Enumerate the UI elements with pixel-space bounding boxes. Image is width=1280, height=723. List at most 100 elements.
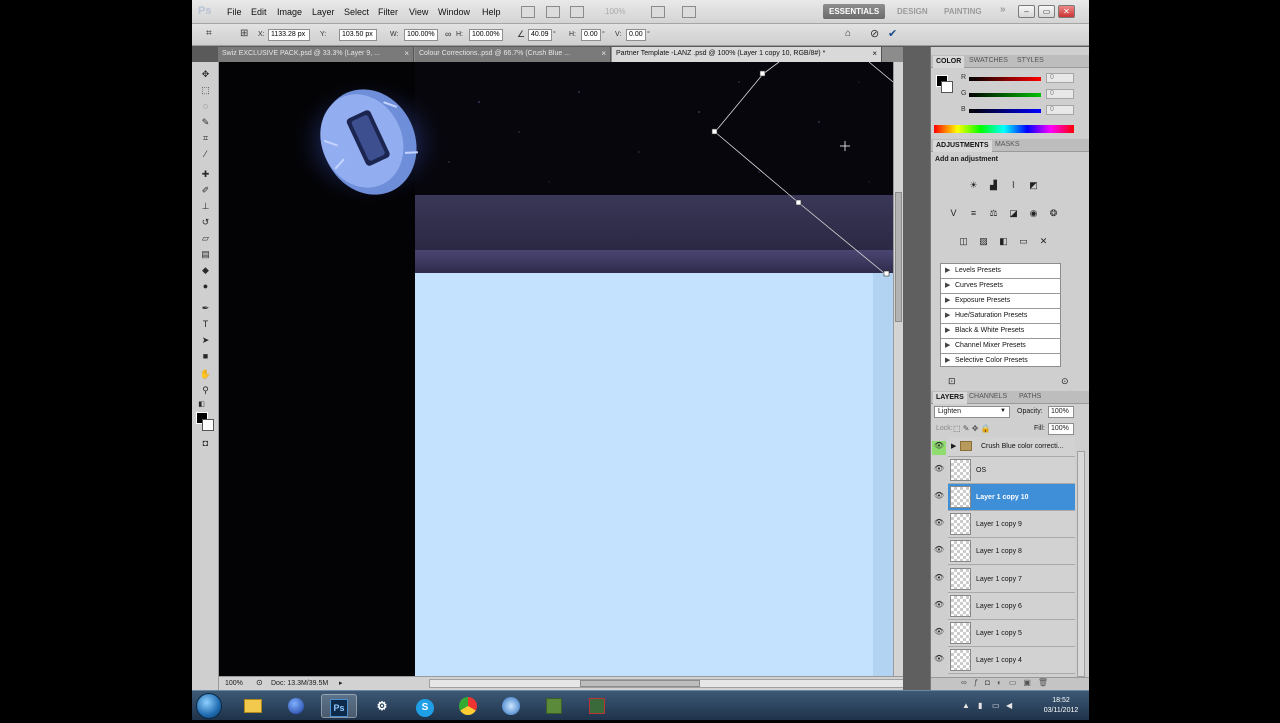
- vskew-field[interactable]: 0.00: [626, 29, 646, 41]
- tab-styles[interactable]: STYLES: [1017, 57, 1044, 64]
- background-color-swatch[interactable]: [202, 419, 214, 431]
- b-value[interactable]: 0: [1046, 105, 1074, 115]
- more-workspaces-icon[interactable]: »: [1000, 4, 1006, 15]
- crop-tool-icon[interactable]: ⌗: [199, 132, 212, 144]
- scroll-thumb[interactable]: [895, 192, 902, 322]
- layer-group-row[interactable]: ▶ Crush Blue color correcti...: [948, 437, 1075, 457]
- r-value[interactable]: 0: [1046, 73, 1074, 83]
- preset-curves[interactable]: ▶ Curves Presets: [941, 279, 1061, 294]
- hue-saturation-icon[interactable]: ≡: [967, 207, 980, 220]
- workspace-essentials[interactable]: ESSENTIALS: [823, 4, 886, 19]
- healing-brush-icon[interactable]: ✚: [199, 168, 212, 180]
- link-icon[interactable]: ∞: [445, 29, 451, 39]
- photo-filter-icon[interactable]: ◉: [1027, 207, 1040, 220]
- b-slider[interactable]: [969, 109, 1041, 113]
- path-select-icon[interactable]: ➤: [199, 334, 212, 346]
- skype-icon[interactable]: S: [407, 694, 443, 718]
- dodge-tool-icon[interactable]: ●: [199, 280, 212, 292]
- menu-window[interactable]: Window: [438, 7, 470, 17]
- visibility-eye-icon[interactable]: 👁: [932, 441, 946, 455]
- color-bg-swatch[interactable]: [941, 81, 953, 93]
- fill-field[interactable]: 100%: [1048, 423, 1074, 435]
- workspace-design[interactable]: DESIGN: [897, 7, 928, 16]
- cancel-transform-icon[interactable]: ⊘: [870, 27, 879, 40]
- lock-icons[interactable]: ⬚ ✎ ✥ 🔒: [953, 424, 991, 433]
- layers-scrollbar[interactable]: [1077, 451, 1085, 677]
- history-brush-icon[interactable]: ↺: [199, 216, 212, 228]
- angle-field[interactable]: 40.09: [528, 29, 552, 41]
- tab-channels[interactable]: CHANNELS: [969, 393, 1007, 400]
- default-colors-icon[interactable]: ◧: [195, 399, 208, 411]
- minecraft-icon[interactable]: [536, 694, 572, 718]
- visibility-eye-icon[interactable]: 👁: [932, 627, 946, 641]
- tray-chevron-icon[interactable]: ▲: [962, 701, 970, 710]
- restore-icon[interactable]: ▭: [1038, 5, 1055, 18]
- g-slider[interactable]: [969, 93, 1041, 97]
- blur-tool-icon[interactable]: ◆: [199, 264, 212, 276]
- tool-preset-icon[interactable]: ⌗: [206, 28, 212, 39]
- preset-black-white[interactable]: ▶ Black & White Presets: [941, 324, 1061, 339]
- visibility-eye-icon[interactable]: 👁: [932, 573, 946, 587]
- close-tab-icon[interactable]: ×: [601, 49, 606, 58]
- visibility-eye-icon[interactable]: 👁: [932, 491, 946, 505]
- screen-mode-icon[interactable]: [682, 6, 696, 18]
- close-icon[interactable]: ✕: [1058, 5, 1075, 18]
- clone-stamp-icon[interactable]: ⊥: [199, 200, 212, 212]
- preset-exposure[interactable]: ▶ Exposure Presets: [941, 294, 1061, 309]
- posterize-icon[interactable]: ▨: [977, 235, 990, 248]
- close-tab-icon[interactable]: ×: [872, 49, 877, 58]
- layer-row[interactable]: Layer 1 copy 9: [948, 511, 1075, 538]
- workspace-painting[interactable]: PAINTING: [944, 7, 982, 16]
- lasso-tool-icon[interactable]: ◌: [199, 100, 212, 112]
- status-menu-icon[interactable]: ▸: [339, 679, 343, 687]
- curves-icon[interactable]: ⌇: [1007, 179, 1020, 192]
- width-field[interactable]: 100.00%: [404, 29, 438, 41]
- x-position-field[interactable]: 1133.28 px: [268, 29, 310, 41]
- launch-minibridge-icon[interactable]: [546, 6, 560, 18]
- shape-tool-icon[interactable]: ■: [199, 350, 212, 362]
- document-canvas[interactable]: [219, 62, 893, 676]
- tab-adjustments[interactable]: ADJUSTMENTS: [933, 140, 992, 152]
- preset-hue-saturation[interactable]: ▶ Hue/Saturation Presets: [941, 309, 1061, 324]
- pen-tool-icon[interactable]: ✒: [199, 302, 212, 314]
- game-icon[interactable]: [579, 694, 615, 718]
- menu-select[interactable]: Select: [344, 7, 369, 17]
- tray-volume-icon[interactable]: ◀: [1006, 701, 1012, 710]
- layers-footer-icons[interactable]: ∞ƒ◘◐▭▣🗑: [931, 677, 1089, 690]
- itunes-icon[interactable]: [493, 694, 529, 718]
- layer-row[interactable]: OS: [948, 457, 1075, 484]
- tab-color[interactable]: COLOR: [933, 56, 965, 68]
- vertical-scrollbar[interactable]: [893, 62, 903, 676]
- selective-color-icon[interactable]: ✕: [1037, 235, 1050, 248]
- y-position-field[interactable]: 103.50 px: [339, 29, 377, 41]
- view-extras-icon[interactable]: [570, 6, 584, 18]
- tray-monitor-icon[interactable]: ▭: [992, 701, 1000, 710]
- visibility-eye-icon[interactable]: 👁: [932, 518, 946, 532]
- hskew-field[interactable]: 0.00: [581, 29, 601, 41]
- menu-filter[interactable]: Filter: [378, 7, 398, 17]
- color-ramp[interactable]: [934, 125, 1074, 133]
- layer-row[interactable]: Layer 1 copy 7: [948, 566, 1075, 593]
- menu-image[interactable]: Image: [277, 7, 302, 17]
- zoom-tool-icon[interactable]: ⚲: [199, 384, 212, 396]
- g-value[interactable]: 0: [1046, 89, 1074, 99]
- arrange-documents-icon[interactable]: [651, 6, 665, 18]
- height-field[interactable]: 100.00%: [469, 29, 503, 41]
- color-balance-icon[interactable]: ⚖: [987, 207, 1000, 220]
- layer-row[interactable]: Layer 1 copy 5: [948, 620, 1075, 647]
- commit-transform-icon[interactable]: ✔: [888, 27, 897, 40]
- black-white-icon[interactable]: ◪: [1007, 207, 1020, 220]
- tab-layers[interactable]: LAYERS: [933, 392, 967, 404]
- quick-mask-icon[interactable]: ◘: [199, 437, 212, 449]
- gradient-tool-icon[interactable]: ▤: [199, 248, 212, 260]
- menu-file[interactable]: File: [227, 7, 242, 17]
- preset-channel-mixer[interactable]: ▶ Channel Mixer Presets: [941, 339, 1061, 354]
- zoom-level-field[interactable]: 100%: [605, 7, 625, 16]
- tab-colour-corrections[interactable]: Colour Corrections..psd @ 66.7% (Crush B…: [415, 47, 611, 62]
- scroll-thumb[interactable]: [580, 680, 700, 687]
- blend-mode-select[interactable]: Lighten ▼: [934, 406, 1010, 418]
- expand-group-icon[interactable]: ▶: [951, 442, 956, 450]
- brush-tool-icon[interactable]: ✐: [199, 184, 212, 196]
- opacity-field[interactable]: 100%: [1048, 406, 1074, 418]
- preset-levels[interactable]: ▶ Levels Presets: [941, 264, 1061, 279]
